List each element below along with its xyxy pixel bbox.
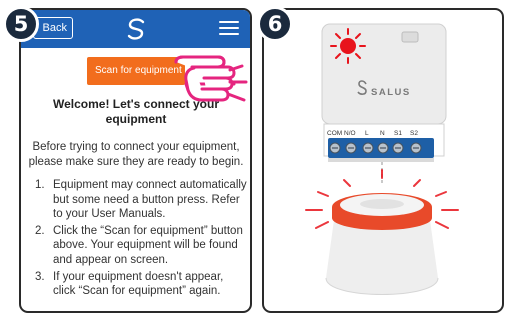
step-text: Click the “Scan for equipment” button ab… <box>53 224 243 266</box>
step-number: 1. <box>35 179 45 191</box>
terminal-label: COM <box>327 130 342 137</box>
terminal-label: N/O <box>344 130 356 137</box>
intro-text: Before trying to connect your equipment,… <box>28 141 244 168</box>
step-number: 3. <box>35 270 45 283</box>
brand-label: SALUS <box>371 87 411 98</box>
list-item: 3. If your equipment doesn't appear, clic… <box>35 270 247 299</box>
list-item: 1. Equipment may connect automatically bu… <box>35 178 247 222</box>
terminal-label: L <box>365 130 369 137</box>
terminal-label: S1 <box>394 130 402 137</box>
scan-for-equipment-button[interactable]: Scan for equipment <box>87 57 185 85</box>
terminal-label: N <box>380 130 385 137</box>
step-badge: 6 <box>257 6 293 42</box>
step-badge: 5 <box>3 6 39 42</box>
device-illustration-panel: SALUS COM N/O L N S1 S2 <box>262 8 504 313</box>
hamburger-menu-icon[interactable] <box>219 21 239 36</box>
pointing-hand-icon <box>174 55 248 102</box>
salus-smart-relay-illustration: SALUS COM N/O L N S1 S2 <box>305 23 459 295</box>
back-button[interactable]: Back <box>33 17 73 39</box>
status-led-icon <box>340 38 356 54</box>
instruction-list: 1. Equipment may connect automatically bu… <box>35 178 247 301</box>
salus-swirl-icon <box>127 18 145 40</box>
step-text: Equipment may connect automatically but … <box>53 179 247 221</box>
terminal-label: S2 <box>410 130 418 137</box>
list-item: 2. Click the “Scan for equipment” button … <box>35 224 247 268</box>
step-number: 2. <box>35 224 45 237</box>
step-text: If your equipment doesn't appear, click … <box>53 270 224 298</box>
